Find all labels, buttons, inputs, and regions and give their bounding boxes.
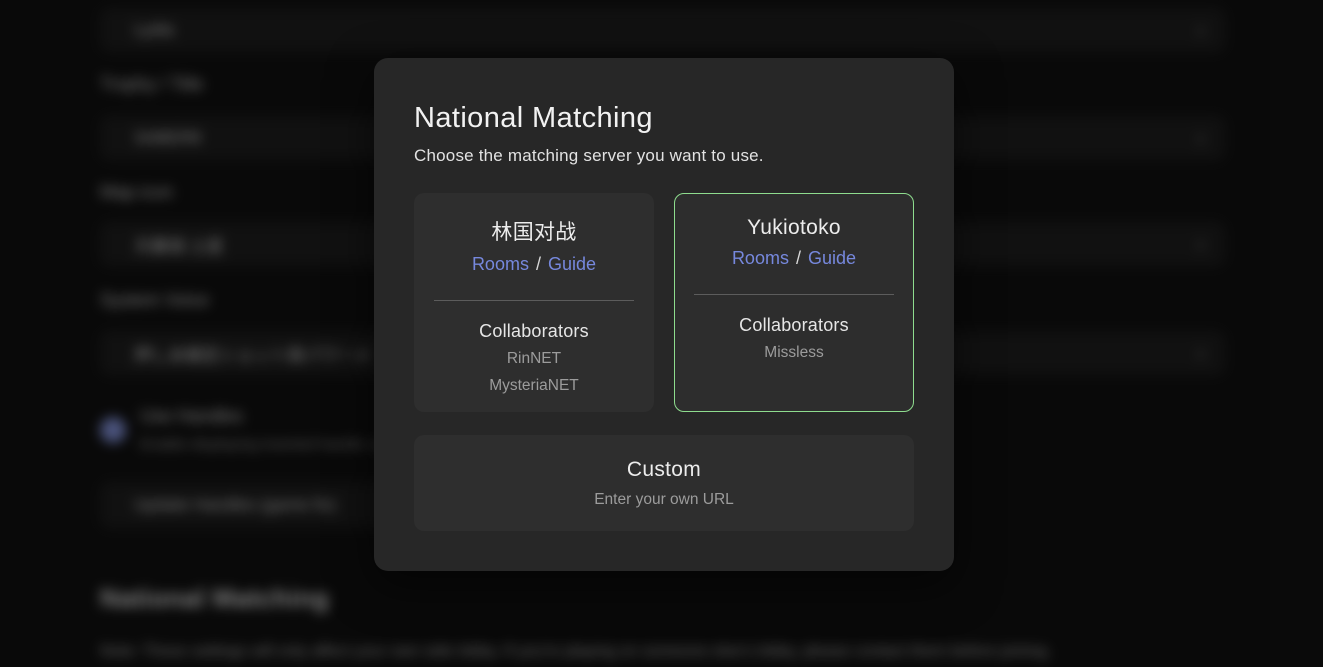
card-divider [434,300,634,301]
collaborator-name: RinNET [414,349,654,369]
collaborators-label: Collaborators [414,321,654,342]
collaborator-name: MysteriaNET [414,376,654,396]
custom-card-subtitle: Enter your own URL [594,491,734,509]
guide-link[interactable]: Guide [548,254,596,274]
rooms-link[interactable]: Rooms [732,248,789,268]
link-separator: / [534,254,543,274]
collaborator-name: Missless [675,343,913,363]
server-name: 林国对战 [414,216,654,246]
server-card-linguo[interactable]: 林国对战 Rooms / Guide Collaborators RinNET … [414,193,654,412]
app-window: Lydia › Trophy / Title SABER8 › Map icon… [0,0,1323,667]
modal-title: National Matching [414,102,914,135]
server-name: Yukiotoko [675,216,913,240]
custom-server-card[interactable]: Custom Enter your own URL [414,435,914,531]
server-card-yukiotoko-selected[interactable]: Yukiotoko Rooms / Guide Collaborators Mi… [674,193,914,412]
modal-subtitle: Choose the matching server you want to u… [414,146,914,166]
server-cards: 林国对战 Rooms / Guide Collaborators RinNET … [414,193,914,412]
guide-link[interactable]: Guide [808,248,856,268]
custom-card-title: Custom [627,458,701,482]
server-links: Rooms / Guide [414,254,654,275]
server-links: Rooms / Guide [675,248,913,269]
national-matching-modal: National Matching Choose the matching se… [374,58,954,571]
card-divider [694,294,894,295]
rooms-link[interactable]: Rooms [472,254,529,274]
collaborators-label: Collaborators [675,315,913,336]
link-separator: / [794,248,803,268]
